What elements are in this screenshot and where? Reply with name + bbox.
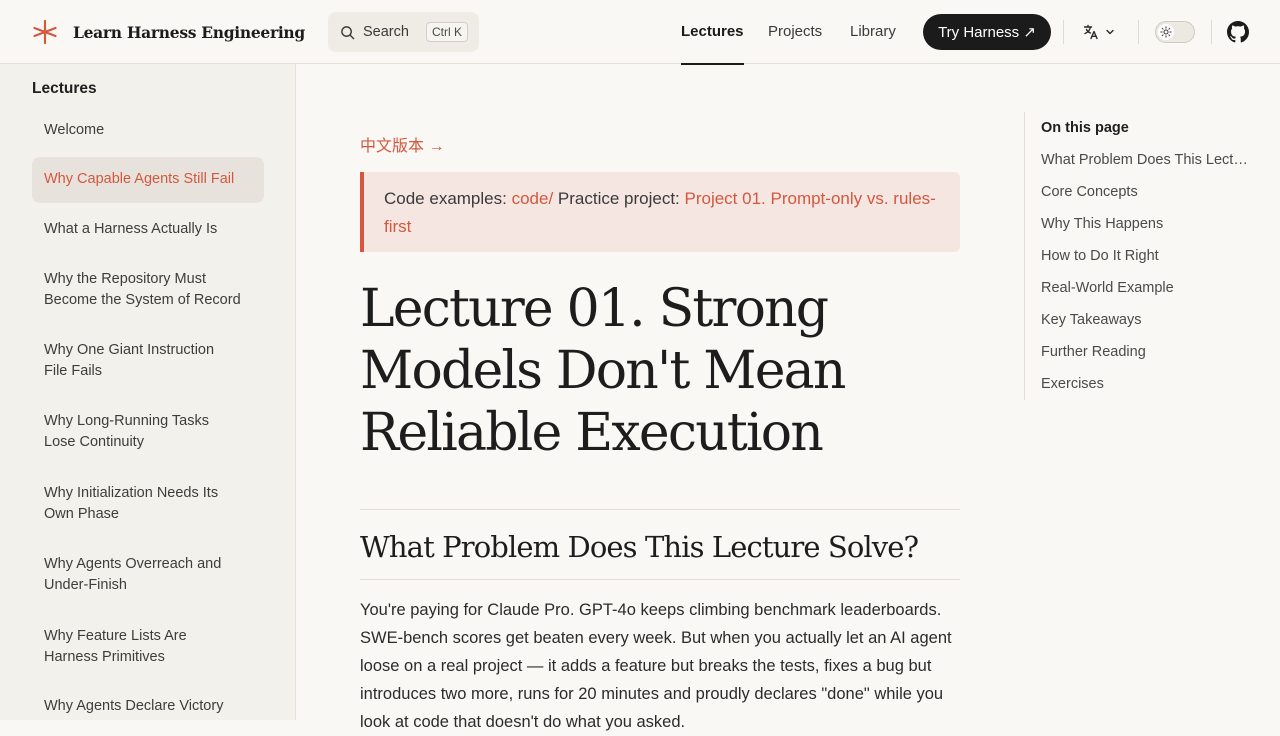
sidebar-heading: Lectures: [32, 80, 97, 97]
sidebar-item-initialization-phase[interactable]: Why Initialization Needs Its Own Phase: [32, 482, 264, 526]
translate-icon: [1083, 24, 1098, 40]
sidebar-item-feature-lists[interactable]: Why Feature Lists Are Harness Primitives: [32, 625, 264, 669]
toggle-knob: [1158, 24, 1174, 40]
sidebar: Lectures Welcome Why Capable Agents Stil…: [0, 64, 296, 720]
chinese-version-link[interactable]: 中文版本 →: [360, 132, 444, 156]
brand-link[interactable]: Learn Harness Engineering: [32, 18, 305, 46]
toc-item[interactable]: Exercises: [1041, 376, 1249, 392]
toc-item[interactable]: Real-World Example: [1041, 280, 1249, 296]
code-examples-label: Code examples:: [384, 189, 512, 208]
toc-item[interactable]: How to Do It Right: [1041, 248, 1249, 264]
table-of-contents: On this page What Problem Does This Lect…: [1024, 112, 1265, 400]
sidebar-item-overreach-under-finish[interactable]: Why Agents Overreach and Under-Finish: [32, 553, 264, 597]
search-label: Search: [363, 24, 409, 40]
search-icon: [341, 25, 355, 39]
sidebar-item-repository-system-of-record[interactable]: Why the Repository Must Become the Syste…: [32, 268, 264, 312]
sidebar-item-why-capable-agents-still-fail[interactable]: Why Capable Agents Still Fail: [32, 157, 264, 203]
section-divider: [360, 579, 960, 580]
sidebar-item-giant-instruction-file[interactable]: Why One Giant Instruction File Fails: [32, 339, 264, 383]
page-title: Lecture 01. Strong Models Don't Mean Rel…: [360, 279, 846, 463]
section-divider: [360, 509, 960, 510]
nav-lectures[interactable]: Lectures: [681, 0, 744, 65]
sidebar-item-what-a-harness-is[interactable]: What a Harness Actually Is: [32, 214, 264, 246]
divider: [1063, 20, 1064, 44]
try-harness-button[interactable]: Try Harness ↗: [923, 14, 1051, 50]
intro-paragraph: You're paying for Claude Pro. GPT-4o kee…: [360, 601, 952, 731]
language-switcher[interactable]: [1083, 22, 1115, 42]
sidebar-item-declare-victory[interactable]: Why Agents Declare Victory: [32, 696, 264, 720]
divider: [1211, 20, 1212, 44]
sun-icon: [1160, 26, 1172, 38]
toc-title: On this page: [1041, 120, 1129, 136]
toc-item[interactable]: Further Reading: [1041, 344, 1249, 360]
top-bar: Learn Harness Engineering Search Ctrl K …: [0, 0, 1280, 65]
search-shortcut: Ctrl K: [426, 22, 468, 42]
nav-projects[interactable]: Projects: [768, 0, 822, 64]
practice-project-label: Practice project:: [553, 189, 685, 208]
toc-item[interactable]: Key Takeaways: [1041, 312, 1249, 328]
sidebar-item-welcome[interactable]: Welcome: [32, 115, 264, 147]
section-heading: What Problem Does This Lecture Solve?: [360, 530, 919, 564]
code-link[interactable]: code/: [512, 189, 554, 208]
divider: [1138, 20, 1139, 44]
github-icon[interactable]: [1227, 21, 1249, 43]
chevron-down-icon: [1106, 29, 1114, 35]
search-button[interactable]: Search Ctrl K: [328, 12, 479, 52]
callout-box: Code examples: code/ Practice project: P…: [360, 172, 960, 252]
asterisk-logo-icon: [33, 19, 57, 45]
nav-library[interactable]: Library: [850, 0, 896, 64]
theme-toggle[interactable]: [1155, 21, 1195, 43]
toc-item[interactable]: What Problem Does This Lecture Solve?: [1041, 152, 1249, 168]
toc-item[interactable]: Why This Happens: [1041, 216, 1249, 232]
brand-title: Learn Harness Engineering: [73, 22, 305, 42]
sidebar-item-long-running-tasks[interactable]: Why Long-Running Tasks Lose Continuity: [32, 410, 264, 454]
toc-item[interactable]: Core Concepts: [1041, 184, 1249, 200]
